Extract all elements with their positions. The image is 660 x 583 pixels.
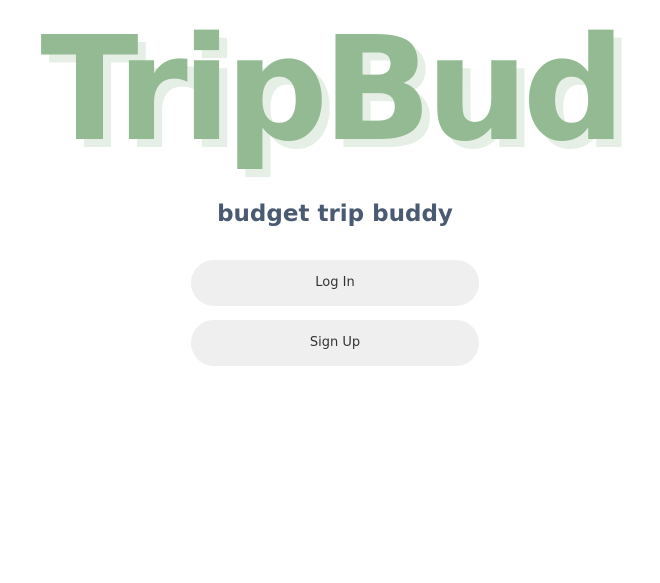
signup-button[interactable]: Sign Up [191, 320, 479, 366]
app-logo: TripBud [40, 5, 625, 173]
login-button[interactable]: Log In [191, 260, 479, 306]
app-tagline: budget trip buddy [217, 201, 453, 227]
